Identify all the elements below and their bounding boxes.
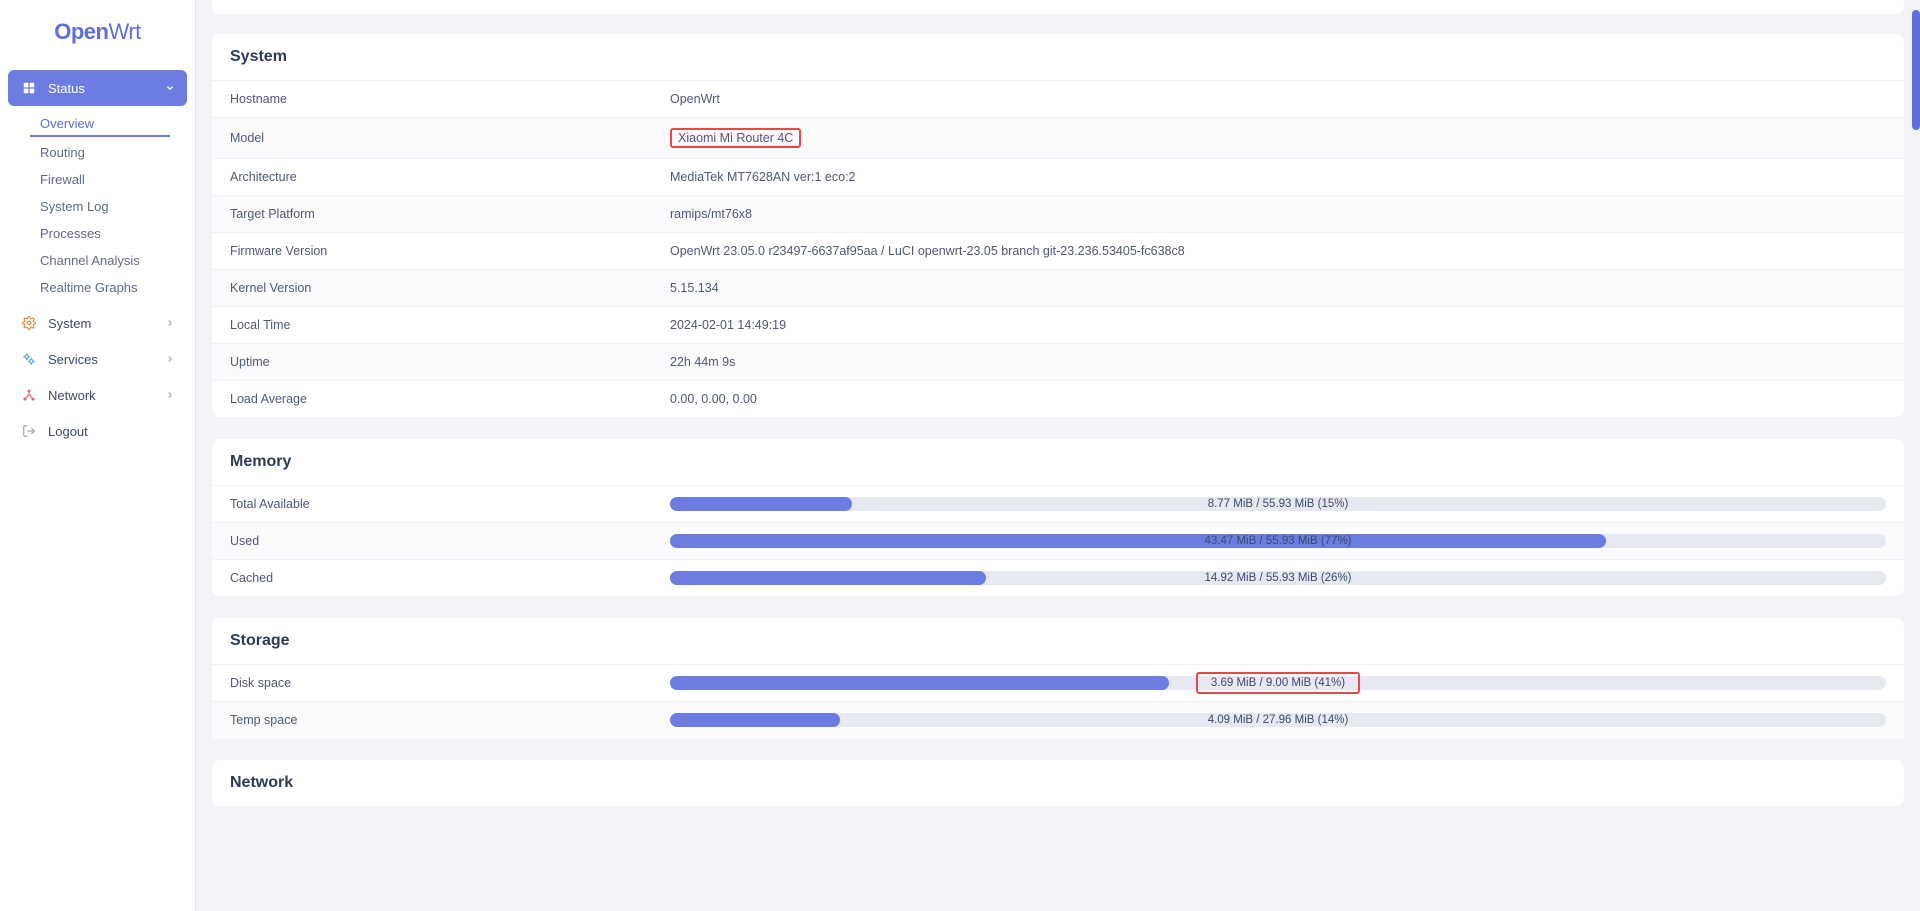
nav-status-sub-routing[interactable]: Routing [30, 139, 187, 166]
memory-row: Cached 14.92 MiB / 55.93 MiB (26%) [212, 559, 1904, 596]
row-label: Uptime [230, 355, 670, 369]
row-value: OpenWrt 23.05.0 r23497-6637af95aa / LuCI… [670, 244, 1185, 258]
chevron-right-icon [165, 354, 175, 364]
progress-bar: 43.47 MiB / 55.93 MiB (77%) [670, 534, 1886, 548]
system-row: Local Time2024-02-01 14:49:19 [212, 306, 1904, 343]
system-row: Kernel Version5.15.134 [212, 269, 1904, 306]
system-row: ModelXiaomi Mi Router 4C [212, 117, 1904, 158]
memory-title: Memory [212, 439, 1904, 485]
memory-row: Total Available 8.77 MiB / 55.93 MiB (15%… [212, 485, 1904, 522]
row-value: ramips/mt76x8 [670, 207, 752, 221]
system-row: Uptime22h 44m 9s [212, 343, 1904, 380]
chevron-right-icon [165, 390, 175, 400]
dashboard-icon [20, 79, 38, 97]
row-value: Xiaomi Mi Router 4C [670, 128, 801, 148]
nav-status-sub-firewall[interactable]: Firewall [30, 166, 187, 193]
system-row: Target Platformramips/mt76x8 [212, 195, 1904, 232]
row-label: Architecture [230, 170, 670, 184]
progress-fill [670, 534, 1606, 548]
nav-status-sub-overview[interactable]: Overview [30, 110, 170, 137]
brand-text-a: Open [54, 19, 108, 44]
top-spacer [212, 0, 1904, 14]
nav-logout-label: Logout [48, 424, 88, 439]
storage-card: Storage Disk space 3.69 MiB / 9.00 MiB (4… [212, 618, 1904, 738]
row-label: Hostname [230, 92, 670, 106]
nav-services[interactable]: Services [8, 341, 187, 377]
row-value: 5.15.134 [670, 281, 719, 295]
row-label: Total Available [230, 497, 670, 511]
progress-fill [670, 571, 986, 585]
progress-fill [670, 713, 840, 727]
chevron-right-icon [165, 318, 175, 328]
system-row: Load Average0.00, 0.00, 0.00 [212, 380, 1904, 417]
row-label: Used [230, 534, 670, 548]
progress-bar: 3.69 MiB / 9.00 MiB (41%) [670, 676, 1886, 690]
progress-bar: 14.92 MiB / 55.93 MiB (26%) [670, 571, 1886, 585]
network-title: Network [212, 760, 1904, 806]
row-value: 2024-02-01 14:49:19 [670, 318, 786, 332]
progress-bar: 8.77 MiB / 55.93 MiB (15%) [670, 497, 1886, 511]
logout-icon [20, 422, 38, 440]
row-label: Local Time [230, 318, 670, 332]
nav-network-label: Network [48, 388, 96, 403]
progress-text: 3.69 MiB / 9.00 MiB (41%) [1211, 677, 1345, 689]
nav-status[interactable]: Status [8, 70, 187, 106]
progress-text: 43.47 MiB / 55.93 MiB (77%) [1204, 535, 1351, 547]
system-card: System HostnameOpenWrtModelXiaomi Mi Rou… [212, 34, 1904, 417]
memory-card: Memory Total Available 8.77 MiB / 55.93 M… [212, 439, 1904, 596]
row-label: Target Platform [230, 207, 670, 221]
brand-logo: OpenWrt [0, 0, 195, 64]
row-label: Load Average [230, 392, 670, 406]
storage-title: Storage [212, 618, 1904, 664]
network-icon [20, 386, 38, 404]
nav-status-label: Status [48, 81, 85, 96]
row-label: Kernel Version [230, 281, 670, 295]
system-title: System [212, 34, 1904, 80]
progress-fill [670, 497, 852, 511]
nav-services-label: Services [48, 352, 98, 367]
nav-network[interactable]: Network [8, 377, 187, 413]
system-row: Firmware VersionOpenWrt 23.05.0 r23497-6… [212, 232, 1904, 269]
network-card: Network [212, 760, 1904, 806]
row-label: Temp space [230, 713, 670, 727]
row-label: Cached [230, 571, 670, 585]
row-label: Firmware Version [230, 244, 670, 258]
row-label: Disk space [230, 676, 670, 690]
row-value: 0.00, 0.00, 0.00 [670, 392, 757, 406]
progress-fill [670, 676, 1169, 690]
nav-status-sub-system-log[interactable]: System Log [30, 193, 187, 220]
sidebar-nav: Status OverviewRoutingFirewallSystem Log… [0, 64, 195, 455]
highlighted-value: Xiaomi Mi Router 4C [670, 128, 801, 148]
nav-logout[interactable]: Logout [8, 413, 187, 449]
brand-text: OpenWrt [54, 19, 141, 45]
storage-row: Temp space 4.09 MiB / 27.96 MiB (14%) [212, 701, 1904, 738]
row-label: Model [230, 131, 670, 145]
nav-system[interactable]: System [8, 305, 187, 341]
nav-system-label: System [48, 316, 91, 331]
row-value: OpenWrt [670, 92, 720, 106]
nav-status-sub-processes[interactable]: Processes [30, 220, 187, 247]
progress-bar: 4.09 MiB / 27.96 MiB (14%) [670, 713, 1886, 727]
scrollbar-thumb[interactable] [1912, 10, 1920, 130]
sidebar: OpenWrt Status OverviewRoutingFirewallSy… [0, 0, 196, 911]
main-content[interactable]: System HostnameOpenWrtModelXiaomi Mi Rou… [196, 0, 1920, 911]
nav-status-sub-realtime-graphs[interactable]: Realtime Graphs [30, 274, 187, 301]
nav-status-submenu: OverviewRoutingFirewallSystem LogProcess… [8, 106, 187, 305]
system-row: HostnameOpenWrt [212, 80, 1904, 117]
progress-text: 8.77 MiB / 55.93 MiB (15%) [1208, 498, 1349, 510]
brand-text-b: Wrt [108, 19, 140, 44]
gears-icon [20, 350, 38, 368]
progress-text: 4.09 MiB / 27.96 MiB (14%) [1208, 714, 1349, 726]
memory-row: Used 43.47 MiB / 55.93 MiB (77%) [212, 522, 1904, 559]
row-value: 22h 44m 9s [670, 355, 735, 369]
progress-text: 14.92 MiB / 55.93 MiB (26%) [1204, 572, 1351, 584]
storage-row: Disk space 3.69 MiB / 9.00 MiB (41%) [212, 664, 1904, 701]
gear-icon [20, 314, 38, 332]
nav-status-sub-channel-analysis[interactable]: Channel Analysis [30, 247, 187, 274]
row-value: MediaTek MT7628AN ver:1 eco:2 [670, 170, 856, 184]
chevron-down-icon [165, 83, 175, 93]
system-row: ArchitectureMediaTek MT7628AN ver:1 eco:… [212, 158, 1904, 195]
